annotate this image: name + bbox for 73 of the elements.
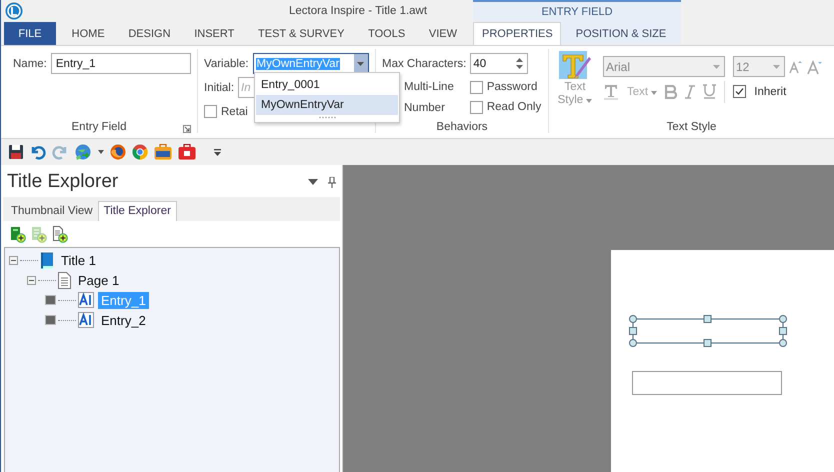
text-color-icon[interactable] <box>603 84 619 100</box>
name-field[interactable]: Entry_1 <box>50 53 191 74</box>
caret-icon <box>586 99 592 103</box>
add-chapter-icon[interactable] <box>10 226 26 242</box>
initial-label: Initial: <box>204 82 234 94</box>
add-page-icon[interactable] <box>52 226 68 242</box>
collapse-toggle-icon[interactable] <box>9 256 18 264</box>
dropdown-caret-icon[interactable] <box>98 150 104 154</box>
app-logo-icon <box>5 2 23 20</box>
ribbon-tab[interactable]: DESIGN <box>120 22 179 45</box>
italic-icon[interactable] <box>685 84 696 98</box>
add-section-icon[interactable] <box>31 226 47 242</box>
browser-icon[interactable] <box>132 144 148 160</box>
checkbox-label: Password <box>486 80 538 94</box>
grow-font-icon[interactable] <box>789 60 803 74</box>
context-tab-group-header: ENTRY FIELD <box>473 0 681 22</box>
undo-icon[interactable] <box>30 144 46 160</box>
node-marker-icon[interactable] <box>45 295 56 305</box>
page-icon <box>58 272 71 288</box>
ribbon-tab[interactable]: VIEW <box>420 22 465 45</box>
dropdown-caret-icon[interactable] <box>357 62 364 66</box>
toolbox-icon[interactable] <box>178 144 196 160</box>
dialog-launcher-icon[interactable] <box>183 125 191 133</box>
ribbon-tab[interactable]: PROPERTIES <box>473 22 561 45</box>
save-icon[interactable] <box>8 144 24 160</box>
panel-tab[interactable]: Title Explorer <box>98 201 177 221</box>
customize-toolbar-icon[interactable] <box>214 148 221 156</box>
ribbon-tab[interactable]: TOOLS <box>360 22 414 45</box>
tree-item[interactable]: Title 1 <box>58 252 99 268</box>
number-label: Number <box>404 101 446 116</box>
inherit-checkbox[interactable] <box>733 85 746 98</box>
max-characters-label: Max Characters: <box>382 58 466 70</box>
checkbox-label: Read Only <box>486 100 542 114</box>
collapse-toggle-icon[interactable] <box>27 276 36 284</box>
inherit-label: Inherit <box>754 86 786 98</box>
globe-icon[interactable] <box>74 144 92 160</box>
retain-label: Retai <box>221 106 248 118</box>
book-icon <box>40 252 54 268</box>
resize-grip-icon[interactable] <box>317 116 337 119</box>
tree-item[interactable]: Entry_2 <box>98 312 149 328</box>
text-entry-icon <box>78 292 94 308</box>
checkbox[interactable] <box>470 100 483 114</box>
window-title: Lectora Inspire - Title 1.awt <box>289 5 428 17</box>
dropdown-option[interactable]: MyOwnEntryVar <box>256 95 398 115</box>
node-marker-icon[interactable] <box>45 315 56 325</box>
caret-icon <box>651 90 658 94</box>
ribbon-tab[interactable]: HOME <box>64 22 113 45</box>
multi-line-label: Multi-Line <box>404 80 454 95</box>
tree-item[interactable]: Page 1 <box>75 272 122 288</box>
ribbon-tab[interactable]: FILE <box>4 22 56 45</box>
panel-title: Title Explorer <box>7 171 120 193</box>
group-label: Entry Field <box>72 121 126 133</box>
ribbon-tab[interactable]: INSERT <box>186 22 242 45</box>
retain-checkbox[interactable] <box>204 105 217 118</box>
bold-icon[interactable] <box>665 84 678 98</box>
max-characters-spinner[interactable]: 40 <box>470 53 528 74</box>
panel-menu-caret-icon[interactable] <box>308 179 318 185</box>
group-label: Behaviors <box>436 121 488 133</box>
pin-icon[interactable] <box>328 176 336 188</box>
shrink-font-icon[interactable] <box>807 58 823 74</box>
ribbon-tab[interactable]: TEST & SURVEY <box>250 22 352 45</box>
variable-label: Variable: <box>204 58 249 70</box>
dropdown-option[interactable]: Entry_0001 <box>256 75 398 95</box>
selected-entry-field[interactable] <box>629 315 789 347</box>
underline-icon[interactable] <box>703 84 716 99</box>
name-label: Name: <box>13 58 47 70</box>
panel-tab[interactable]: Thumbnail View <box>6 201 98 221</box>
checkbox[interactable] <box>470 80 483 94</box>
text-entry-icon <box>78 312 94 328</box>
group-label: Text Style <box>666 121 716 133</box>
ribbon-tab[interactable]: POSITION & SIZE <box>561 22 681 45</box>
entry-field[interactable] <box>632 371 782 395</box>
browser-icon[interactable] <box>110 144 126 160</box>
